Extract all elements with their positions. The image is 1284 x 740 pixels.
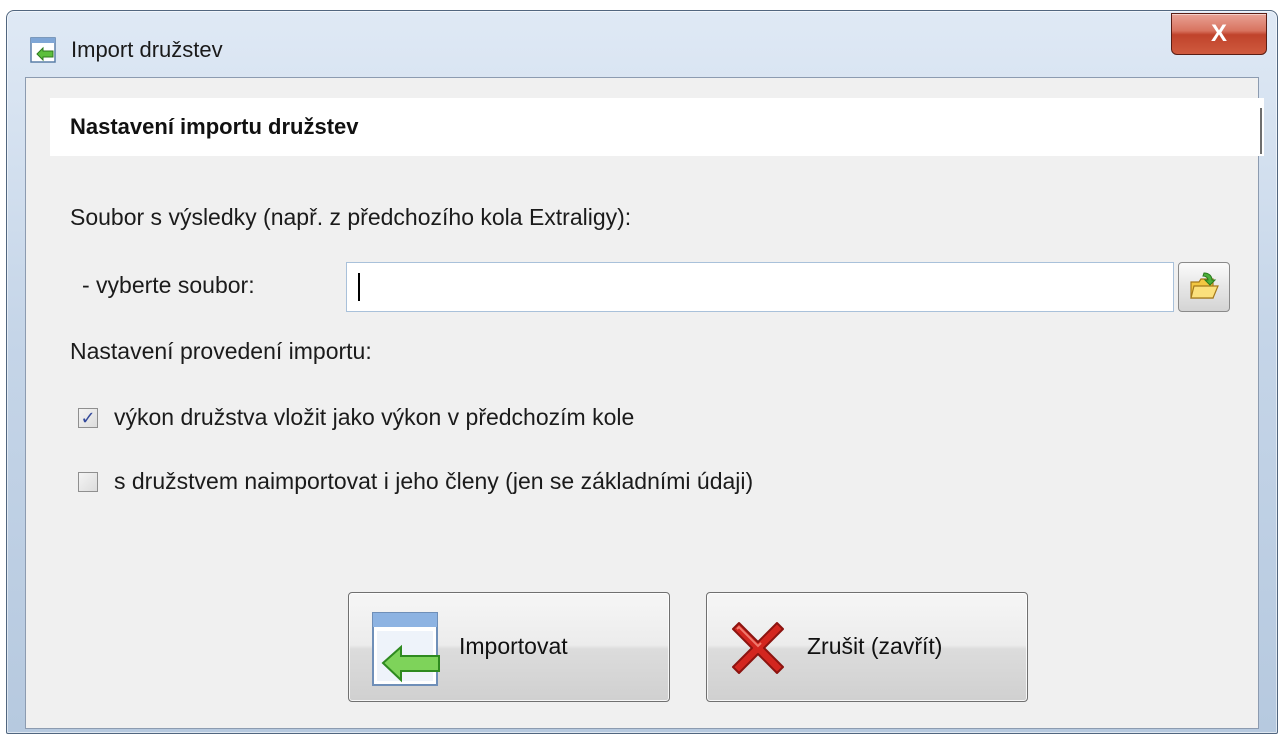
import-dialog-window: Import družstev X Nastavení importu druž… [6, 10, 1278, 734]
checkmark-icon: ✓ [80, 407, 96, 428]
open-folder-icon [1190, 272, 1219, 299]
red-x-icon [732, 622, 784, 674]
checkbox-import-members[interactable] [78, 471, 98, 492]
option-label-import-members: s družstvem naimportovat i jeho členy (j… [114, 468, 754, 494]
title-bar[interactable]: Import družstev X [7, 11, 1277, 77]
source-file-label: Soubor s výsledky (např. z předchozího k… [70, 204, 632, 230]
cancel-button-label: Zrušit (zavřít) [807, 633, 943, 659]
close-icon: X [1210, 20, 1227, 47]
import-arrow-icon [372, 612, 440, 686]
section-title: Nastavení importu družstev [70, 114, 359, 139]
option-row-import-members[interactable]: s družstvem naimportovat i jeho členy (j… [78, 468, 753, 495]
file-path-input[interactable] [346, 262, 1174, 312]
checkbox-previous-round[interactable]: ✓ [78, 407, 98, 428]
import-button-label: Importovat [459, 633, 568, 659]
option-label-previous-round: výkon družstva vložit jako výkon v předc… [114, 404, 635, 430]
window-title: Import družstev [71, 37, 223, 62]
import-settings-label: Nastavení provedení importu: [70, 338, 372, 364]
header-divider [1260, 108, 1262, 154]
browse-file-button[interactable] [1178, 262, 1230, 312]
import-button[interactable]: Importovat [348, 592, 670, 702]
close-button[interactable]: X [1171, 13, 1267, 55]
text-caret [358, 273, 360, 301]
cancel-button[interactable]: Zrušit (zavřít) [706, 592, 1028, 702]
option-row-previous-round[interactable]: ✓ výkon družstva vložit jako výkon v pře… [78, 404, 634, 431]
import-window-icon [30, 37, 56, 63]
file-picker-label: - vyberte soubor: [82, 272, 255, 298]
dialog-body: Nastavení importu družstev Soubor s výsl… [25, 77, 1264, 729]
